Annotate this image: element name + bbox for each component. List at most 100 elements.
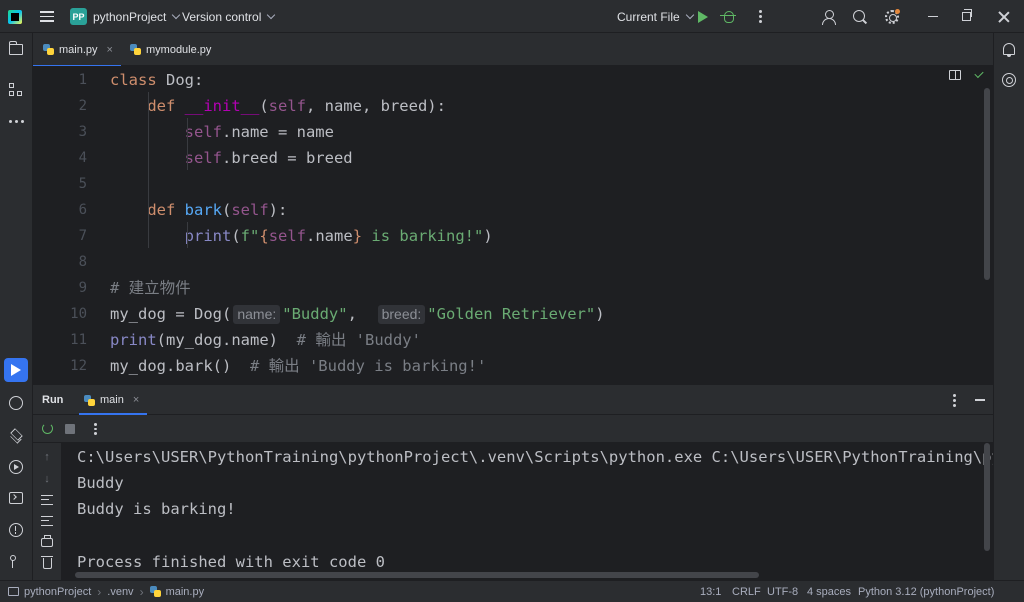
more-actions-button[interactable] [757, 0, 763, 33]
code-line[interactable]: # 建立物件 [110, 275, 191, 301]
line-ending[interactable]: CRLF [732, 581, 761, 602]
restore-button[interactable] [962, 0, 974, 33]
code-line[interactable]: print(my_dog.name) # 輸出 'Buddy' [110, 327, 421, 353]
code-editor[interactable]: 1 2 3 4 5 6 7 8 9 10 11 12 class Dog: def __init__(… [33, 66, 993, 384]
python-interpreter[interactable]: Python 3.12 (pythonProject) [858, 581, 994, 602]
ai-assistant-icon [1002, 73, 1016, 87]
code-line[interactable]: self.name = name [110, 119, 334, 145]
minimize-button[interactable] [928, 0, 940, 33]
code-line[interactable]: class Dog: [110, 67, 203, 93]
breadcrumb: pythonProject › .venv › main.py [8, 581, 204, 602]
project-folder-icon [8, 40, 23, 55]
app-logo-icon[interactable] [8, 0, 26, 33]
file-encoding[interactable]: UTF-8 [767, 581, 798, 602]
down-arrow-icon[interactable]: ↓ [41, 473, 53, 485]
project-selector[interactable]: PP pythonProject [70, 0, 181, 33]
code-line[interactable]: my_dog = Dog(name: "Buddy", breed: "Golden… [110, 301, 605, 327]
notifications-button[interactable] [997, 37, 1021, 61]
tab-mymodule-py[interactable]: mymodule.py [121, 33, 233, 66]
git-button[interactable] [4, 550, 28, 574]
search-button[interactable] [853, 0, 869, 33]
code-line[interactable]: self.breed = breed [110, 145, 353, 171]
run-console-output[interactable]: C:\Users\USER\PythonTraining\pythonProje… [61, 443, 993, 580]
tab-label: main.py [59, 43, 98, 56]
structure-tool-button[interactable] [4, 78, 28, 102]
line-number: 5 [78, 176, 87, 192]
run-more-button[interactable] [94, 423, 100, 436]
line-number: 4 [78, 150, 87, 166]
code-line[interactable]: def bark(self): [110, 197, 287, 223]
code-token: self [231, 201, 269, 219]
no-problems-check-icon[interactable] [974, 68, 984, 79]
settings-button[interactable] [885, 0, 901, 33]
close-window-button[interactable] [998, 0, 1012, 33]
problems-button[interactable] [4, 518, 28, 542]
clear-output-button[interactable] [40, 555, 53, 569]
breadcrumb-file[interactable]: main.py [166, 586, 205, 598]
code-line[interactable]: my_dog.bark() # 輸出 'Buddy is barking!' [110, 353, 486, 379]
code-token: ( [231, 227, 241, 245]
indent-setting[interactable]: 4 spaces [807, 581, 851, 602]
run-tool-button[interactable] [4, 358, 28, 382]
soft-wrap-button[interactable] [41, 494, 53, 506]
line-number: 10 [70, 306, 87, 322]
up-arrow-icon[interactable]: ↑ [41, 451, 53, 463]
version-control-menu[interactable]: Version control [182, 0, 276, 33]
parameter-hint: name: [233, 305, 281, 324]
terminal-button[interactable] [4, 486, 28, 510]
run-toolbar [33, 415, 993, 443]
chevron-down-icon [267, 10, 276, 20]
ai-assistant-button[interactable] [997, 68, 1021, 92]
tab-main-py[interactable]: main.py × [33, 33, 121, 67]
git-icon [9, 555, 23, 569]
editor-inspection-widget [949, 68, 984, 80]
project-tool-button[interactable] [4, 37, 28, 61]
breadcrumb-venv[interactable]: .venv [107, 586, 133, 598]
code-line[interactable]: def __init__(self, name, breed): [110, 93, 446, 119]
right-tool-strip [993, 33, 1024, 580]
run-panel-options-button[interactable] [953, 393, 959, 407]
caret-position[interactable]: 13:1 [700, 581, 721, 602]
reader-mode-icon[interactable] [949, 70, 961, 80]
code-token: self [268, 227, 307, 245]
hide-panel-icon[interactable] [975, 399, 985, 401]
run-button[interactable] [698, 0, 712, 33]
more-tools-button[interactable] [4, 109, 28, 133]
services-button[interactable] [4, 455, 28, 479]
services-icon [9, 460, 23, 474]
run-config-label: Current File [617, 9, 680, 24]
python-console-button[interactable] [4, 391, 28, 415]
editor-vertical-scrollbar[interactable] [984, 88, 990, 280]
search-icon [853, 9, 867, 24]
close-tab-icon[interactable]: × [107, 44, 113, 56]
code-token: my_dog = Dog( [110, 305, 232, 323]
code-token: Dog: [166, 71, 204, 89]
close-run-tab-icon[interactable]: × [133, 394, 139, 406]
console-vertical-scrollbar[interactable] [984, 443, 990, 551]
stop-icon [65, 424, 75, 434]
breadcrumb-project[interactable]: pythonProject [24, 586, 91, 598]
code-token: is barking!" [362, 227, 484, 245]
python-packages-button[interactable] [4, 423, 28, 447]
menu-icon[interactable] [38, 0, 56, 33]
console-horizontal-scrollbar[interactable] [75, 572, 759, 578]
left-tool-strip [0, 33, 33, 580]
notifications-icon [1003, 43, 1015, 57]
parameter-hint: breed: [377, 305, 426, 324]
indent-guide [187, 118, 188, 170]
python-packages-icon [9, 428, 23, 442]
scroll-to-end-button[interactable] [41, 515, 53, 527]
debug-button[interactable] [720, 0, 740, 33]
run-panel-header: Run main × [33, 384, 993, 415]
console-line-command: C:\Users\USER\PythonTraining\pythonProje… [77, 448, 993, 466]
run-tab-main[interactable]: main × [79, 385, 147, 415]
rerun-button[interactable] [42, 423, 53, 434]
code-token: print [184, 227, 232, 245]
print-button[interactable] [41, 534, 53, 548]
run-config-selector[interactable]: Current File [617, 0, 694, 33]
code-with-me-button[interactable] [822, 0, 838, 33]
stop-button[interactable] [65, 424, 75, 434]
code-line[interactable]: print(f"{self.name} is barking!") [110, 223, 493, 249]
code-token: ) [595, 305, 605, 323]
code-token: print [110, 331, 157, 349]
